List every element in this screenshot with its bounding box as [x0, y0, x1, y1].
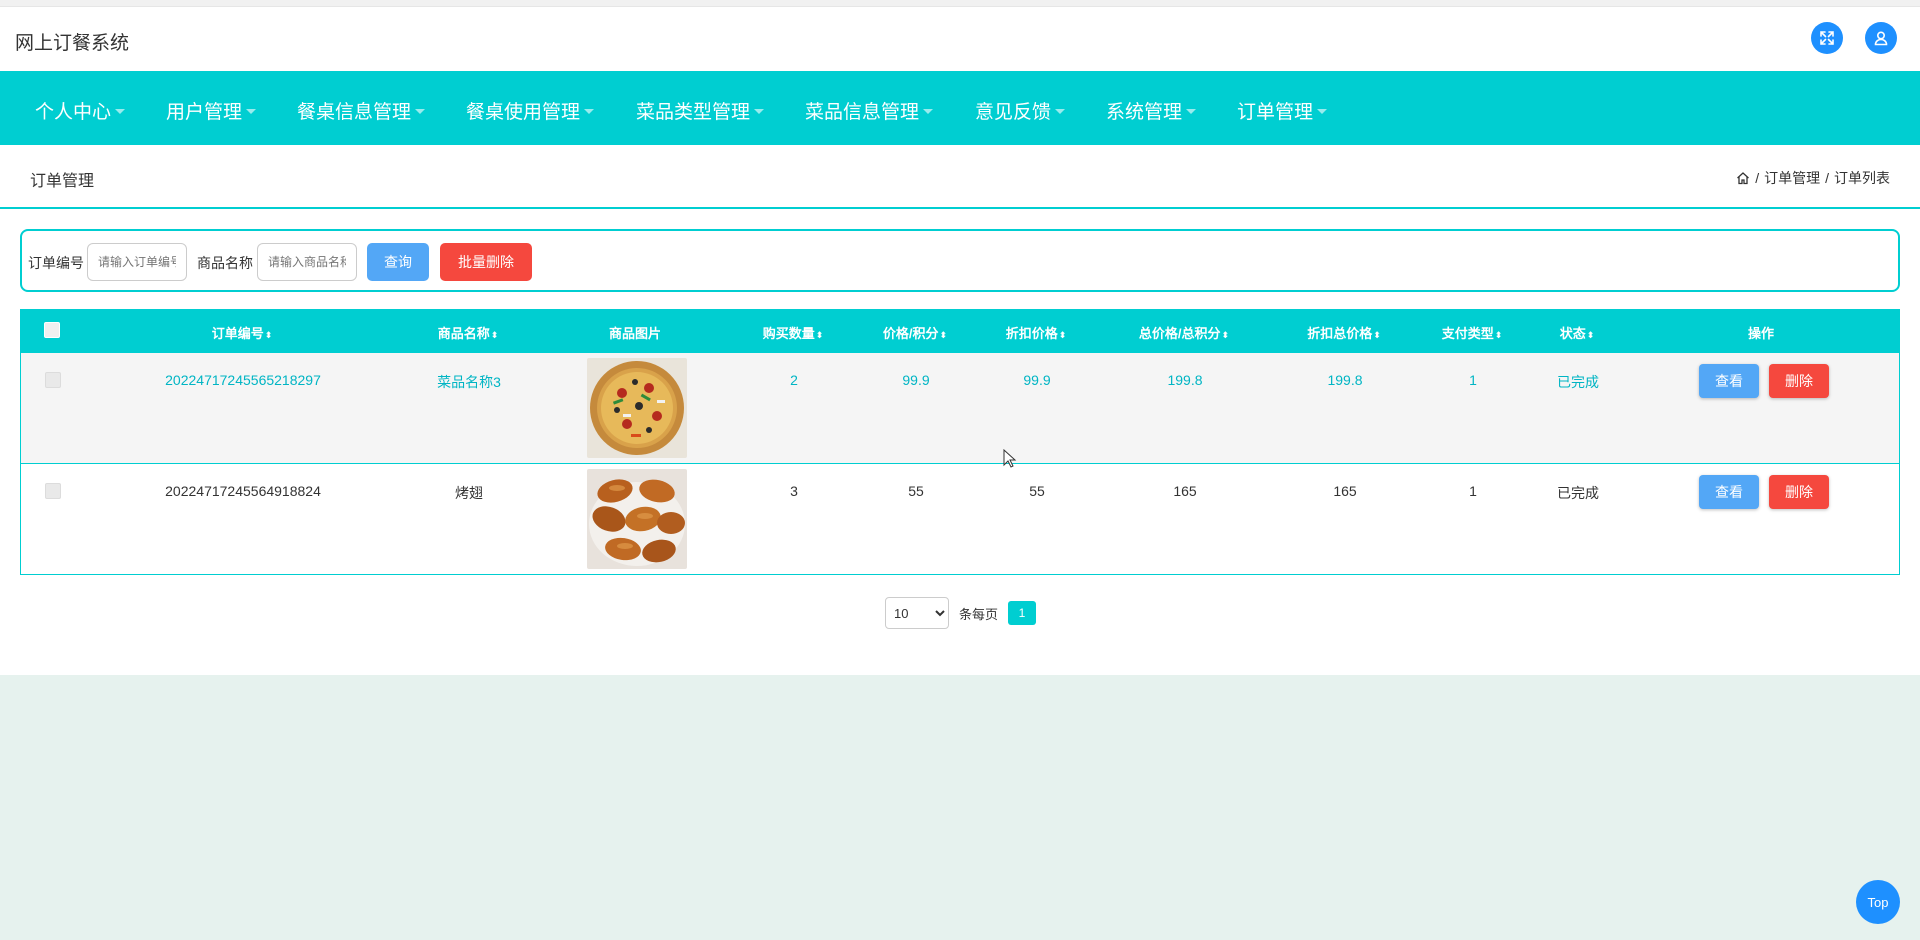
discount-price-cell: 55 — [1029, 483, 1045, 499]
column-header: 操作 — [1747, 326, 1775, 341]
goods-name-input[interactable] — [257, 243, 357, 281]
column-header[interactable]: 支付类型⬍ — [1442, 323, 1503, 342]
column-header[interactable]: 折扣价格⬍ — [1006, 323, 1067, 342]
price-cell: 55 — [908, 483, 924, 499]
nav-item-table-info[interactable]: 餐桌信息管理 — [297, 97, 426, 124]
quantity-cell: 2 — [790, 372, 798, 388]
column-header[interactable]: 总价格/总积分⬍ — [1139, 323, 1229, 342]
nav-item-orders[interactable]: 订单管理 — [1237, 97, 1328, 124]
order-no-label: 订单编号 — [28, 255, 84, 271]
column-header: 商品图片 — [608, 326, 662, 341]
caret-down-icon — [923, 108, 934, 114]
caret-down-icon — [246, 108, 257, 114]
view-button[interactable]: 查看 — [1699, 364, 1759, 398]
sort-icon: ⬍ — [815, 330, 824, 340]
column-header[interactable]: 商品名称⬍ — [438, 323, 499, 342]
page-size-select[interactable]: 10 — [885, 597, 949, 629]
pagination: 10 条每页 1 — [885, 597, 1037, 629]
caret-down-icon — [415, 108, 426, 114]
caret-down-icon — [115, 108, 126, 114]
page-title: 订单管理 — [30, 173, 95, 190]
page-header: 订单管理 / 订单管理 / 订单列表 — [0, 145, 1920, 209]
view-button[interactable]: 查看 — [1699, 475, 1759, 509]
caret-down-icon — [584, 108, 595, 114]
pizza-image — [587, 358, 687, 458]
goods-name-cell: 烤翅 — [455, 485, 483, 501]
row-checkbox[interactable] — [45, 372, 61, 388]
order-no-input[interactable] — [87, 243, 187, 281]
sort-icon: ⬍ — [1221, 330, 1230, 340]
table-row: 20224717245564918824 烤翅 3 55 55 165 165 … — [20, 464, 1900, 575]
pay-type-cell: 1 — [1469, 372, 1477, 388]
order-no-cell: 20224717245565218297 — [165, 372, 321, 388]
nav-item-system[interactable]: 系统管理 — [1106, 97, 1197, 124]
delete-button[interactable]: 删除 — [1769, 475, 1829, 509]
total-cell: 199.8 — [1167, 372, 1203, 388]
column-header[interactable]: 状态⬍ — [1560, 323, 1595, 342]
goods-name-cell: 菜品名称3 — [437, 374, 501, 390]
fullscreen-button[interactable] — [1811, 22, 1843, 54]
column-header[interactable]: 购买数量⬍ — [763, 323, 824, 342]
chicken-wings-image — [587, 469, 687, 569]
caret-down-icon — [1317, 108, 1328, 114]
pay-type-cell: 1 — [1469, 483, 1477, 499]
user-icon — [1874, 31, 1888, 46]
batch-delete-button[interactable]: 批量删除 — [440, 243, 532, 281]
discount-total-cell: 165 — [1333, 483, 1357, 499]
sort-icon: ⬍ — [939, 330, 948, 340]
sort-icon: ⬍ — [264, 330, 273, 340]
status-cell: 已完成 — [1557, 485, 1599, 501]
query-button[interactable]: 查询 — [367, 243, 429, 281]
fullscreen-icon — [1820, 31, 1834, 45]
sort-icon: ⬍ — [490, 330, 499, 340]
quantity-cell: 3 — [790, 483, 798, 499]
back-to-top-button[interactable]: Top — [1856, 880, 1900, 924]
sort-icon: ⬍ — [1373, 330, 1381, 340]
caret-down-icon — [754, 108, 765, 114]
select-all-checkbox[interactable] — [44, 322, 60, 338]
app-title: 网上订餐系统 — [15, 33, 130, 54]
nav-item-table-usage[interactable]: 餐桌使用管理 — [466, 97, 595, 124]
top-border — [0, 0, 1920, 7]
caret-down-icon — [1055, 108, 1066, 114]
breadcrumb: / 订单管理 / 订单列表 — [1736, 168, 1890, 188]
nav-item-feedback[interactable]: 意见反馈 — [975, 97, 1066, 124]
user-menu-button[interactable] — [1865, 22, 1897, 54]
price-cell: 99.9 — [902, 372, 930, 388]
page-number-button[interactable]: 1 — [1008, 601, 1037, 625]
delete-button[interactable]: 删除 — [1769, 364, 1829, 398]
table-header: 订单编号⬍ 商品名称⬍ 商品图片 购买数量⬍ 价格/积分⬍ 折扣价格⬍ 总价格/… — [20, 309, 1900, 353]
discount-price-cell: 99.9 — [1023, 372, 1051, 388]
goods-name-label: 商品名称 — [197, 255, 253, 271]
status-cell: 已完成 — [1557, 374, 1599, 390]
nav-item-dish-info[interactable]: 菜品信息管理 — [805, 97, 934, 124]
table-row: 20224717245565218297 菜品名称3 2 99.9 99.9 1… — [20, 353, 1900, 464]
total-cell: 165 — [1173, 483, 1197, 499]
content-panel: 订单管理 / 订单管理 / 订单列表 订单编号 商品名称 查询 批量删除 订单编… — [0, 145, 1920, 675]
sort-icon: ⬍ — [1586, 330, 1595, 340]
nav-item-user-management[interactable]: 用户管理 — [166, 97, 257, 124]
order-no-cell: 20224717245564918824 — [165, 483, 321, 499]
column-header[interactable]: 订单编号⬍ — [212, 323, 273, 342]
sort-icon: ⬍ — [1058, 330, 1067, 340]
breadcrumb-order-management[interactable]: 订单管理 — [1764, 168, 1820, 188]
row-checkbox[interactable] — [45, 483, 61, 499]
home-icon[interactable] — [1736, 171, 1750, 185]
discount-total-cell: 199.8 — [1327, 372, 1363, 388]
mouse-cursor-icon — [1003, 448, 1017, 474]
column-header[interactable]: 折扣总价格⬍ — [1307, 323, 1381, 342]
header: 网上订餐系统 — [0, 7, 1920, 71]
nav-item-personal-center[interactable]: 个人中心 — [35, 97, 126, 124]
nav-item-dish-type[interactable]: 菜品类型管理 — [636, 97, 765, 124]
column-header[interactable]: 价格/积分⬍ — [883, 323, 947, 342]
search-form: 订单编号 商品名称 查询 批量删除 — [20, 229, 1900, 292]
caret-down-icon — [1186, 108, 1197, 114]
sort-icon: ⬍ — [1494, 330, 1503, 340]
main-nav: 个人中心 用户管理 餐桌信息管理 餐桌使用管理 菜品类型管理 菜品信息管理 意见… — [0, 71, 1920, 145]
breadcrumb-order-list: 订单列表 — [1834, 170, 1890, 186]
per-page-label: 条每页 — [959, 606, 999, 622]
